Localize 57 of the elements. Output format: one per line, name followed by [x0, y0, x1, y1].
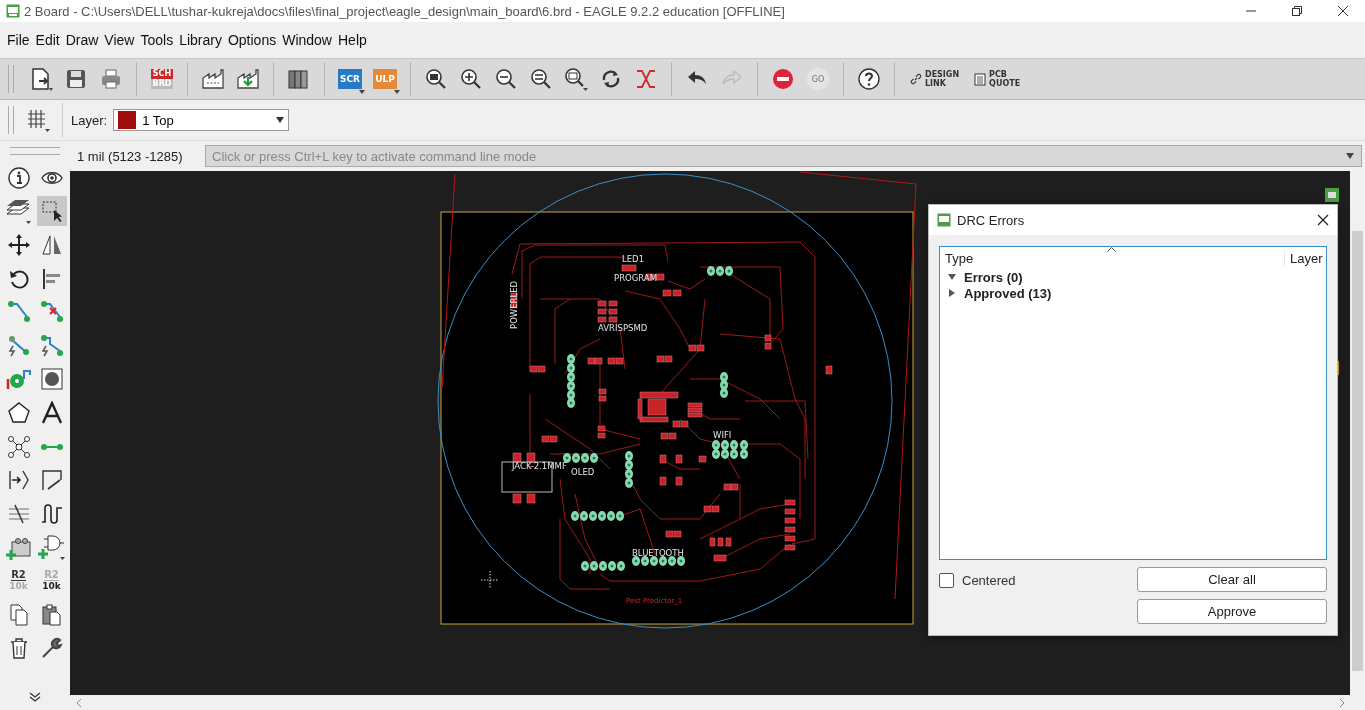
name-value-button[interactable]: R2 10k: [36, 565, 67, 596]
coordinate-readout: 1 mil (5123 -1285): [77, 148, 184, 164]
component-label: POWERLED: [509, 280, 519, 329]
menu-item[interactable]: Options: [224, 30, 280, 50]
component-label: WIFI: [713, 430, 732, 440]
script-button[interactable]: SCR: [334, 63, 366, 95]
dropdown-arrow-icon: [276, 117, 285, 123]
tree-item[interactable]: Approved (13): [964, 285, 1052, 301]
component-label: BLUETOOTH: [632, 548, 684, 558]
sort-caret-icon: [1107, 247, 1116, 252]
dialog-button[interactable]: Approve: [1137, 599, 1327, 624]
tree-item[interactable]: Errors (0): [964, 269, 1023, 285]
scroll-right-icon[interactable]: [1339, 698, 1345, 707]
component-label: PROGRAM: [614, 273, 658, 283]
menu-item[interactable]: File: [4, 30, 33, 50]
menu-item[interactable]: Window: [279, 30, 335, 50]
component-label: JACK-2.1MMF: [512, 461, 567, 471]
menu-item[interactable]: Tools: [137, 30, 177, 50]
sch-brd-switch-button[interactable]: SCH BRD: [146, 63, 178, 95]
component-label: LED1: [622, 254, 645, 264]
component-label: OLED: [571, 467, 595, 477]
name-value-button[interactable]: R2 10k: [3, 565, 34, 596]
error-list[interactable]: Type Layer Errors (0) Approved (13): [939, 246, 1327, 560]
dialog-button[interactable]: Clear all: [1137, 567, 1327, 592]
restore-icon[interactable]: [1291, 5, 1303, 17]
add-gate-icon[interactable]: [36, 532, 67, 563]
toolbar-grip[interactable]: [10, 147, 60, 155]
menu-item[interactable]: Edit: [32, 30, 63, 50]
board-app-icon: [6, 4, 20, 18]
layer-label: Layer:: [71, 112, 108, 128]
component-label: AVRISPSMD: [598, 323, 648, 333]
design-link-button[interactable]: DESIGN LINK: [904, 63, 966, 95]
menu-item[interactable]: View: [101, 30, 138, 50]
dropdown-arrow-icon: [1346, 153, 1354, 159]
close-icon[interactable]: [1337, 5, 1349, 17]
centered-checkbox[interactable]: [939, 573, 954, 588]
column-header[interactable]: Layer: [1284, 250, 1326, 266]
chip-icon[interactable]: [1325, 188, 1339, 202]
expand-arrow-icon[interactable]: [948, 289, 956, 297]
menu-item[interactable]: Draw: [62, 30, 102, 50]
close-icon[interactable]: [1317, 214, 1329, 226]
menu-item[interactable]: Library: [176, 30, 225, 50]
expand-arrow-icon[interactable]: [948, 273, 956, 281]
scroll-left-icon[interactable]: [76, 698, 82, 707]
layer-dropdown[interactable]: 1 Top: [113, 109, 290, 131]
expand-chevron-icon[interactable]: [29, 692, 41, 702]
window-title: 2 Board - C:\Users\DELL\tushar-kukreja\docs\files\final_project\eagle_design\main_board\6.brd - EAGLE 9.2.2 education [OFFLINE]: [24, 3, 785, 19]
select-tool-icon[interactable]: [36, 196, 67, 227]
column-header[interactable]: Type: [940, 250, 1284, 266]
command-line-field[interactable]: Click or press Ctrl+L key to activate command line mode: [205, 145, 1362, 167]
menu-item[interactable]: Help: [335, 30, 370, 50]
drc-app-icon: [937, 213, 951, 227]
pcb-quote-button[interactable]: PCB QUOTE: [968, 63, 1027, 95]
document-icon: [974, 72, 987, 86]
dialog-title: DRC Errors: [957, 212, 1025, 228]
checkbox-label: Centered: [962, 573, 1016, 588]
link-icon: [910, 73, 922, 85]
